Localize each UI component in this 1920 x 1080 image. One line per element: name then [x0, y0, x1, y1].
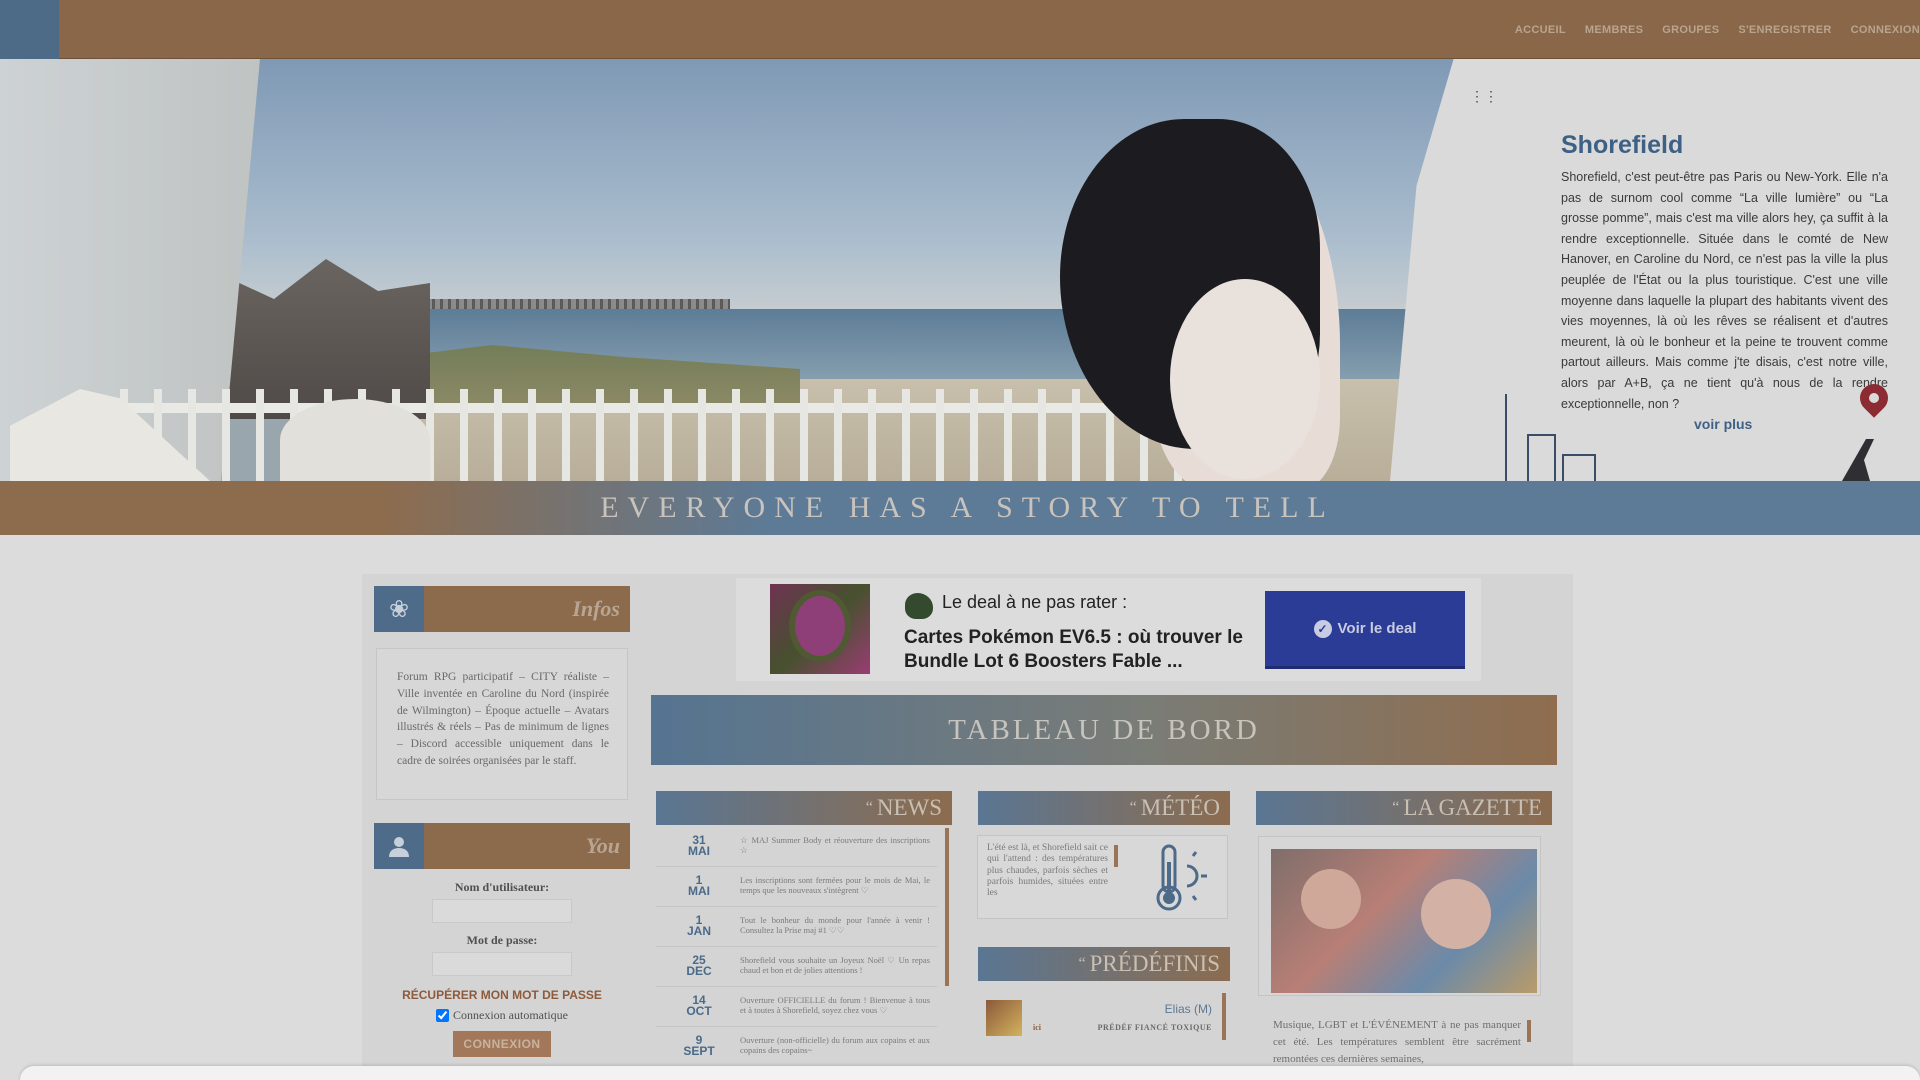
hero-table	[280, 399, 430, 481]
news-date: 1 MAI	[688, 873, 710, 898]
deal-title[interactable]: Cartes Pokémon EV6.5 : où trouver le Bun…	[904, 626, 1264, 674]
news-header: NEWS	[656, 791, 952, 825]
password-input[interactable]	[432, 952, 572, 976]
password-label: Mot de passe:	[466, 933, 538, 947]
news-date: 31 MAI	[688, 833, 710, 858]
meteo-box: L'été est là, et Shorefield sait ce qui …	[977, 835, 1228, 919]
predefini-link[interactable]: ici	[1033, 1023, 1041, 1032]
hero-text: Shorefield, c'est peut-être pas Paris ou…	[1561, 170, 1888, 411]
check-icon: ✓	[1313, 619, 1332, 638]
predefini-name[interactable]: Elias (M)	[1165, 1002, 1212, 1016]
news-text: Ouverture (non-officielle) du forum aux …	[740, 1035, 930, 1055]
meteo-heading: MÉTÉO	[1130, 791, 1220, 825]
avatar	[986, 1000, 1022, 1036]
gazette-header: LA GAZETTE	[1256, 791, 1552, 825]
news-item[interactable]: 9 SEPT Ouverture (non-officielle) du foru…	[656, 1027, 949, 1067]
meteo-text: L'été est là, et Shorefield sait ce qui …	[987, 843, 1108, 899]
dashboard-banner: TABLEAU DE BORD	[651, 695, 1557, 765]
gazette-scrollbar[interactable]	[1527, 1020, 1531, 1042]
predefini-item[interactable]: Elias (M) ici PRÉDÉF FIANCÉ TOXIQUE	[986, 1000, 1212, 1040]
gazette-image-box	[1258, 836, 1541, 996]
username-label: Nom d'utilisateur:	[454, 880, 550, 894]
news-item[interactable]: 1 MAI Les inscriptions sont fermées pour …	[656, 867, 949, 907]
infos-heading: Infos	[572, 596, 620, 621]
login-button[interactable]: CONNEXION	[453, 1031, 551, 1057]
news-item[interactable]: 25 DEC Shorefield vous souhaite un Joyeux…	[656, 947, 949, 987]
news-text: Ouverture OFFICIELLE du forum ! Bienvenu…	[740, 995, 930, 1015]
home-block[interactable]	[0, 0, 59, 59]
lotus-icon: ❀	[374, 586, 424, 632]
user-icon	[374, 823, 424, 869]
meteo-scrollbar[interactable]	[1114, 845, 1118, 867]
auto-login[interactable]: Connexion automatique	[368, 1008, 636, 1023]
nav-register[interactable]: S'ENREGISTRER	[1738, 24, 1831, 36]
news-date: 25 DEC	[686, 953, 712, 978]
login-form: Nom d'utilisateur: Mot de passe: RÉCUPÉR…	[368, 880, 636, 1057]
deal-button-label: Voir le deal	[1337, 620, 1417, 637]
nav-accueil[interactable]: ACCUEIL	[1515, 24, 1566, 36]
gazette-photo[interactable]	[1271, 849, 1537, 993]
news-item[interactable]: 1 JAN Tout le bonheur du monde pour l'ann…	[656, 907, 949, 947]
forgot-password-link[interactable]: RÉCUPÉRER MON MOT DE PASSE	[368, 988, 636, 1002]
gazette-heading: LA GAZETTE	[1392, 791, 1542, 825]
hero-banner: ⋮⋮ Shorefield Shorefield, c'est peut-êtr…	[0, 59, 1920, 481]
news-item[interactable]: 14 OCT Ouverture OFFICIELLE du forum ! Bi…	[656, 987, 949, 1027]
predefini-desc: PRÉDÉF FIANCÉ TOXIQUE	[1097, 1023, 1212, 1032]
hero-more-link[interactable]: voir plus	[1694, 416, 1752, 432]
hero-woman-face	[1170, 279, 1320, 479]
news-date: 14 OCT	[686, 993, 712, 1018]
top-navbar: ACCUEIL MEMBRES GROUPES S'ENREGISTRER CO…	[0, 0, 1920, 59]
dots-decoration-icon: ⋮⋮	[1470, 90, 1498, 105]
news-text: ☆ MAJ Summer Body et réouverture des ins…	[740, 835, 930, 855]
hero-pier	[400, 299, 730, 309]
predefinis-scrollbar[interactable]	[1222, 993, 1226, 1040]
main-nav: ACCUEIL MEMBRES GROUPES S'ENREGISTRER CO…	[1515, 0, 1920, 59]
nav-membres[interactable]: MEMBRES	[1585, 24, 1643, 36]
hero-title: Shorefield	[1561, 131, 1684, 159]
news-text: Les inscriptions sont fermées pour le mo…	[740, 875, 930, 895]
auto-login-label: Connexion automatique	[453, 1008, 568, 1022]
news-text: Tout le bonheur du monde pour l'année à …	[740, 915, 930, 935]
meteo-header: MÉTÉO	[978, 791, 1230, 825]
nav-groupes[interactable]: GROUPES	[1662, 24, 1719, 36]
tagline: EVERYONE HAS A STORY TO TELL	[600, 491, 1335, 524]
gazette-text: Musique, LGBT et L'ÉVÉNEMENT à ne pas ma…	[1273, 1019, 1521, 1065]
deal-banner: Le deal à ne pas rater : Cartes Pokémon …	[736, 578, 1481, 681]
news-scrollbar[interactable]	[945, 828, 949, 986]
thermometer-sun-icon	[1156, 844, 1207, 911]
bottom-overlay-bar	[20, 1066, 1920, 1080]
you-heading: You	[585, 833, 620, 858]
dashboard-title: TABLEAU DE BORD	[948, 714, 1260, 746]
auto-login-checkbox[interactable]	[436, 1009, 449, 1022]
infos-header: ❀ Infos	[374, 586, 630, 632]
news-heading: NEWS	[866, 791, 942, 825]
deal-label: Le deal à ne pas rater :	[942, 592, 1128, 612]
left-sidebar: ❀ Infos Forum RPG participatif – CITY ré…	[368, 578, 636, 1080]
dinosaur-icon	[905, 593, 933, 619]
infos-box: Forum RPG participatif – CITY réaliste –…	[376, 648, 628, 800]
news-date: 1 JAN	[686, 913, 711, 938]
city-outline-icon	[1505, 394, 1596, 481]
you-header: You	[374, 823, 630, 869]
username-input[interactable]	[432, 899, 572, 923]
infos-text: Forum RPG participatif – CITY réaliste –…	[397, 671, 609, 767]
news-date: 9 SEPT	[683, 1033, 715, 1058]
news-item[interactable]: 31 MAI ☆ MAJ Summer Body et réouverture d…	[656, 827, 949, 867]
predefinis-heading: PRÉDÉFINIS	[1079, 947, 1220, 981]
news-text: Shorefield vous souhaite un Joyeux Noël …	[740, 955, 930, 975]
deal-product-image[interactable]	[770, 584, 870, 674]
tagline-band: EVERYONE HAS A STORY TO TELL	[0, 481, 1920, 535]
news-list: 31 MAI ☆ MAJ Summer Body et réouverture d…	[656, 827, 949, 1067]
predefinis-header: PRÉDÉFINIS	[978, 947, 1230, 981]
nav-login[interactable]: CONNEXION	[1851, 24, 1920, 36]
deal-button[interactable]: ✓ Voir le deal	[1265, 591, 1465, 669]
page: ACCUEIL MEMBRES GROUPES S'ENREGISTRER CO…	[0, 0, 1920, 1080]
